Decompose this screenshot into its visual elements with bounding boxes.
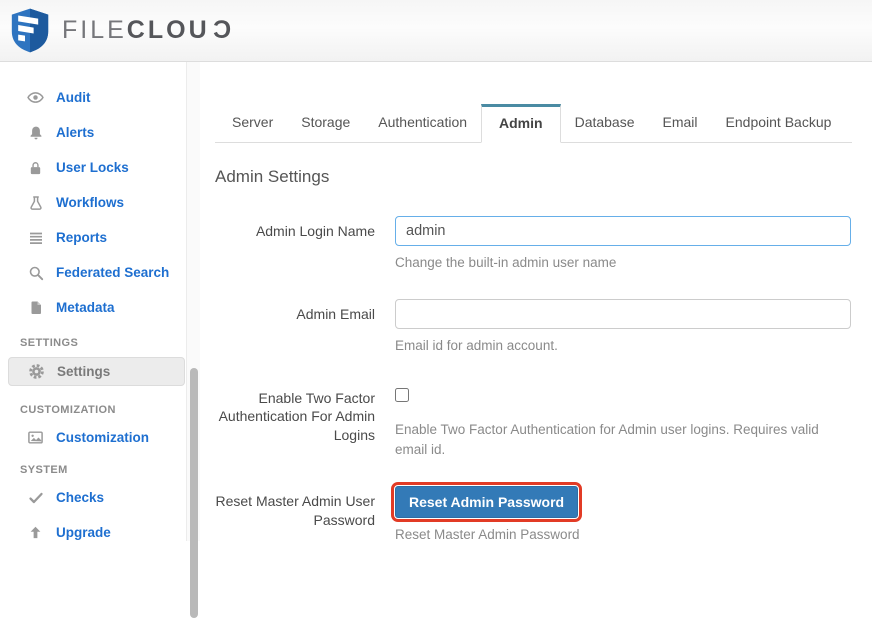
shield-logo-icon (10, 7, 50, 54)
reset-password-help: Reset Master Admin Password (395, 527, 580, 542)
filecloud-logo: FILECLOUC (10, 7, 231, 54)
app-header: FILECLOUC (0, 0, 872, 62)
sidebar-item-label: Workflows (56, 195, 125, 210)
sidebar-item-label: User Locks (56, 160, 129, 175)
tab-storage[interactable]: Storage (287, 104, 364, 142)
admin-email-help: Email id for admin account. (395, 338, 558, 354)
form-row-reset-password: Reset Master Admin User Password Reset A… (215, 482, 852, 545)
document-icon (27, 299, 44, 316)
reset-admin-password-button[interactable]: Reset Admin Password (390, 482, 583, 522)
logo-wordmark: FILECLOUC (62, 16, 231, 44)
image-icon (27, 429, 44, 446)
sidebar-item-settings[interactable]: Settings (8, 357, 185, 386)
tab-database[interactable]: Database (561, 104, 649, 142)
sidebar: Audit Alerts User Locks Workflows Report… (0, 62, 200, 618)
search-icon (27, 264, 44, 281)
sidebar-item-reports[interactable]: Reports (0, 220, 200, 255)
sidebar-item-customization[interactable]: Customization (0, 420, 200, 455)
reset-password-label: Reset Master Admin User Password (215, 493, 376, 528)
gear-icon (28, 363, 45, 380)
eye-icon (27, 89, 44, 106)
sidebar-item-alerts[interactable]: Alerts (0, 115, 200, 150)
lock-icon (27, 159, 44, 176)
sidebar-item-checks[interactable]: Checks (0, 480, 200, 515)
sidebar-item-label: Alerts (56, 125, 95, 140)
sidebar-item-label: Customization (56, 430, 149, 445)
two-factor-label: Enable Two Factor Authentication For Adm… (218, 389, 375, 444)
page-title: Admin Settings (215, 167, 330, 186)
admin-login-name-input[interactable] (395, 216, 851, 246)
bell-icon (27, 124, 44, 141)
sidebar-item-federated-search[interactable]: Federated Search (0, 255, 200, 290)
sidebar-item-label: Federated Search (56, 265, 170, 280)
form-row-two-factor: Enable Two Factor Authentication For Adm… (215, 383, 852, 461)
settings-tabbar: Server Storage Authentication Admin Data… (215, 104, 852, 143)
tab-endpoint-backup[interactable]: Endpoint Backup (712, 104, 846, 142)
tab-server[interactable]: Server (218, 104, 287, 142)
tab-email[interactable]: Email (649, 104, 712, 142)
list-icon (27, 229, 44, 246)
admin-login-name-label: Admin Login Name (255, 223, 375, 239)
two-factor-checkbox[interactable] (395, 387, 409, 402)
tab-authentication[interactable]: Authentication (364, 104, 481, 142)
sidebar-item-label: Audit (56, 90, 91, 105)
sidebar-item-workflows[interactable]: Workflows (0, 185, 200, 220)
up-arrow-icon (27, 524, 44, 541)
tab-admin[interactable]: Admin (481, 104, 561, 143)
admin-email-input[interactable] (395, 299, 851, 330)
two-factor-help: Enable Two Factor Authentication for Adm… (395, 421, 819, 457)
sidebar-section-system: SYSTEM (20, 464, 68, 476)
sidebar-section-settings: SETTINGS (20, 337, 79, 349)
sidebar-scrollbar-thumb[interactable] (190, 368, 198, 618)
sidebar-item-user-locks[interactable]: User Locks (0, 150, 200, 185)
sidebar-item-label: Checks (56, 490, 105, 505)
sidebar-item-upgrade[interactable]: Upgrade (0, 515, 200, 550)
sidebar-item-metadata[interactable]: Metadata (0, 290, 200, 325)
sidebar-section-customization: CUSTOMIZATION (20, 404, 116, 416)
sidebar-item-audit[interactable]: Audit (0, 80, 200, 115)
form-row-admin-login-name: Admin Login Name Change the built-in adm… (215, 216, 852, 273)
admin-email-label: Admin Email (296, 306, 375, 323)
admin-login-name-help: Change the built-in admin user name (395, 255, 617, 270)
sidebar-item-label: Upgrade (56, 525, 111, 540)
check-icon (27, 489, 44, 506)
admin-settings-form: Admin Login Name Change the built-in adm… (215, 216, 852, 545)
main-content: Server Storage Authentication Admin Data… (200, 62, 872, 542)
sidebar-item-label: Settings (57, 364, 111, 379)
sidebar-item-label: Metadata (56, 300, 115, 315)
sidebar-scrollbar-track (186, 62, 200, 618)
sidebar-item-label: Reports (56, 230, 108, 245)
flask-icon (27, 194, 44, 211)
form-row-admin-email: Admin Email Email id for admin account. (215, 299, 852, 356)
